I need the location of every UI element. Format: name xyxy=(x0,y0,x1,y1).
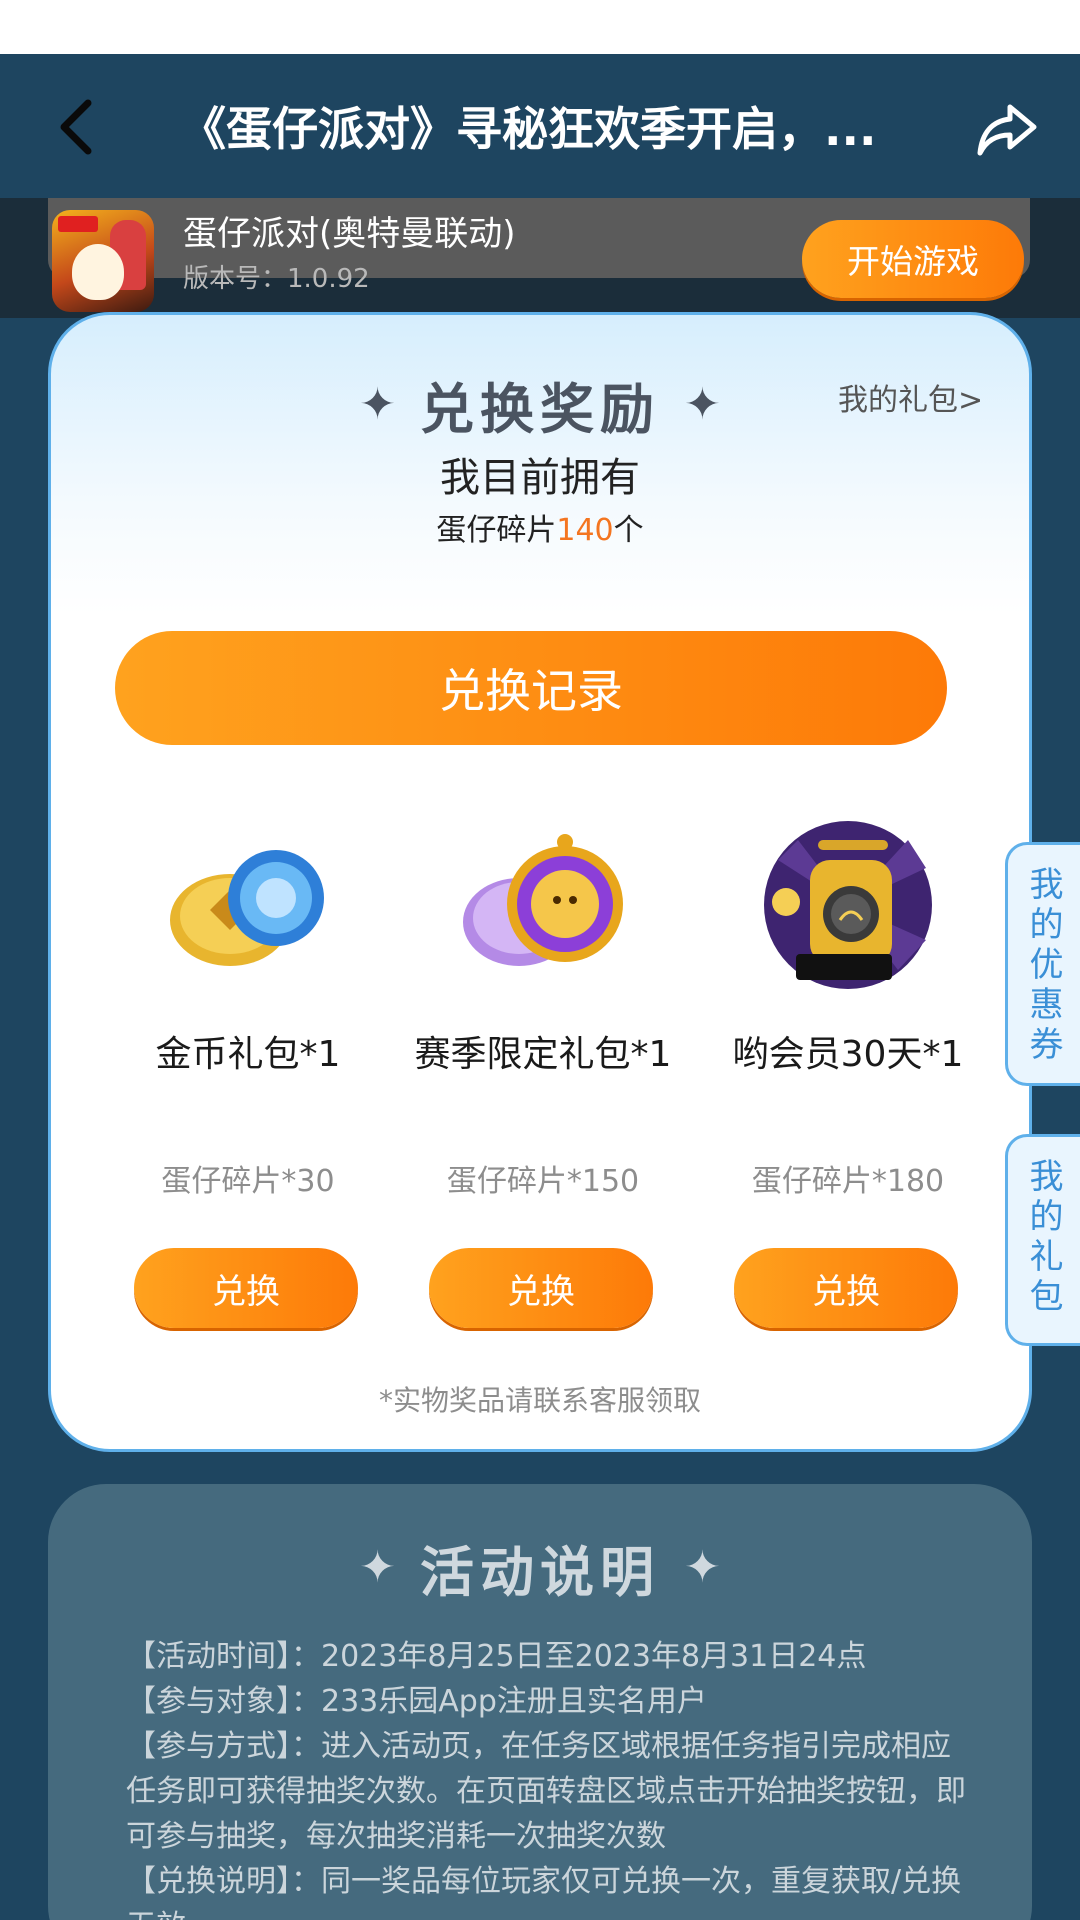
item-name: 赛季限定礼包*1 xyxy=(414,1034,672,1075)
sparkle-icon: ✦ xyxy=(684,379,721,430)
owned-fragments: 蛋仔碎片140个 xyxy=(51,505,1029,549)
share-arrow-icon[interactable] xyxy=(972,94,1042,164)
member-30-day-image xyxy=(758,820,938,990)
reward-title: 兑换奖励 xyxy=(420,378,660,441)
rules-title: 活动说明 xyxy=(420,1541,660,1604)
my-gifts-label: 我的礼包 xyxy=(1029,1157,1064,1317)
owned-label: 我目前拥有 xyxy=(440,455,640,501)
disclaimer-text: *实物奖品请联系客服领取 xyxy=(378,1384,701,1417)
item-cost: 蛋仔碎片*150 xyxy=(446,1164,640,1199)
rules-line: 【活动时间】：2023年8月25日至2023年8月31日24点 xyxy=(126,1639,867,1674)
my-gifts-tab[interactable]: 我的礼包 xyxy=(1005,1134,1080,1346)
rules-line: 【兑换说明】：同一奖品每位玩家仅可兑换一次，重复获取/兑换无效 xyxy=(126,1864,962,1920)
sparkle-icon: ✦ xyxy=(684,1542,721,1593)
game-name: 蛋仔派对(奥特曼联动) xyxy=(183,214,516,254)
exchange-history-button[interactable]: 兑换记录 xyxy=(115,631,947,745)
item-name: 金币礼包*1 xyxy=(155,1034,341,1075)
game-app-icon[interactable] xyxy=(52,210,154,312)
reward-item: 赛季限定礼包*1 蛋仔碎片*150 兑换 xyxy=(403,820,683,1328)
exchange-button[interactable]: 兑换 xyxy=(429,1248,653,1328)
rules-header: ✦ 活动说明 ✦ xyxy=(48,1528,1032,1607)
owned-count: 140 xyxy=(556,513,614,548)
game-version: 版本号：1.0.92 xyxy=(183,264,370,294)
owned-prefix: 蛋仔碎片 xyxy=(436,513,557,548)
start-game-button[interactable]: 开始游戏 xyxy=(802,220,1024,298)
reward-item: 金币礼包*1 蛋仔碎片*30 兑换 xyxy=(108,820,388,1328)
game-bar: 蛋仔派对(奥特曼联动) 版本号：1.0.92 开始游戏 xyxy=(0,198,1080,318)
sparkle-icon: ✦ xyxy=(359,1542,396,1593)
season-gift-pack-image xyxy=(453,820,633,990)
gold-coin-pack-image xyxy=(158,820,338,990)
my-coupons-label: 我的优惠券 xyxy=(1029,865,1064,1065)
sparkle-icon: ✦ xyxy=(359,379,396,430)
exchange-button[interactable]: 兑换 xyxy=(134,1248,358,1328)
item-cost: 蛋仔碎片*30 xyxy=(161,1164,335,1199)
rules-line: 【参与对象】：233乐园App注册且实名用户 xyxy=(126,1684,707,1719)
top-bar: 《蛋仔派对》寻秘狂欢季开启，... xyxy=(0,54,1080,198)
my-gifts-link[interactable]: 我的礼包> xyxy=(838,375,983,419)
reward-card: ✦ 兑换奖励 ✦ 我的礼包> 我目前拥有 蛋仔碎片140个 兑换记录 金币礼包*… xyxy=(48,312,1032,1452)
item-name: 哟会员30天*1 xyxy=(732,1034,964,1075)
chevron-left-icon[interactable] xyxy=(44,92,108,162)
page-title: 《蛋仔派对》寻秘狂欢季开启，... xyxy=(180,102,877,156)
my-coupons-tab[interactable]: 我的优惠券 xyxy=(1005,842,1080,1086)
exchange-button[interactable]: 兑换 xyxy=(734,1248,958,1328)
item-cost: 蛋仔碎片*180 xyxy=(751,1164,945,1199)
rules-line: 【参与方式】：进入活动页，在任务区域根据任务指引完成相应任务即可获得抽奖次数。在… xyxy=(126,1729,966,1854)
status-bar xyxy=(0,0,1080,54)
owned-suffix: 个 xyxy=(613,513,644,548)
rules-text: 【活动时间】：2023年8月25日至2023年8月31日24点 【参与对象】：2… xyxy=(126,1634,966,1920)
reward-item: 哟会员30天*1 蛋仔碎片*180 兑换 xyxy=(708,820,988,1328)
rules-card: ✦ 活动说明 ✦ 【活动时间】：2023年8月25日至2023年8月31日24点… xyxy=(48,1484,1032,1920)
